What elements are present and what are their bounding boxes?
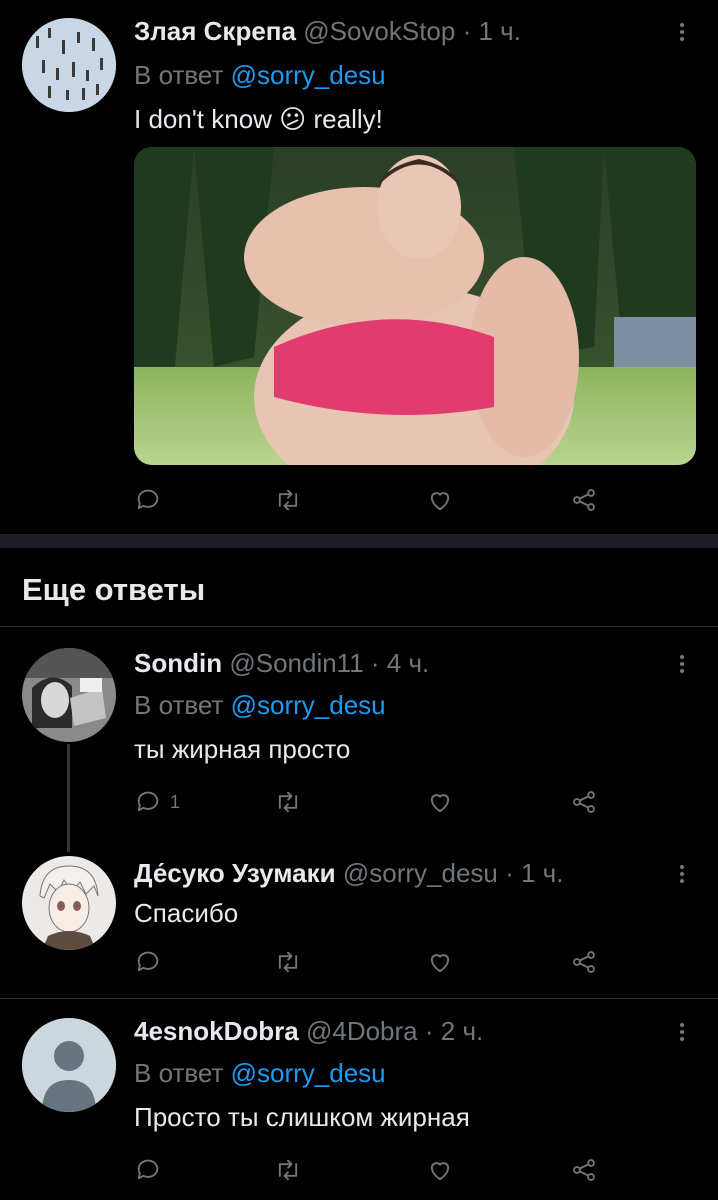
tweet-text-start: I don't know xyxy=(134,104,272,134)
like-button[interactable] xyxy=(426,944,454,980)
reply-to-line: В ответ @sorry_desu xyxy=(134,1058,386,1089)
retweet-icon xyxy=(278,489,298,511)
retweet-icon xyxy=(278,1159,298,1181)
share-button[interactable] xyxy=(570,1152,598,1188)
handle[interactable]: @sorry_desu xyxy=(343,858,498,888)
more-replies-heading: Еще ответы xyxy=(22,572,206,607)
reply-to-line: В ответ @sorry_desu xyxy=(134,60,386,91)
share-button[interactable] xyxy=(570,944,598,980)
share-icon xyxy=(573,791,595,813)
tweet-sorry-desu[interactable]: Де́суко Узумаки @sorry_desu · 1 ч. Спаси… xyxy=(0,842,718,998)
thread-connector-line xyxy=(67,744,70,852)
reply-prefix: В ответ xyxy=(134,1058,224,1088)
timestamp[interactable]: · 4 ч. xyxy=(371,648,429,678)
avatar[interactable] xyxy=(22,18,116,112)
reply-prefix: В ответ xyxy=(134,60,224,90)
tweet-text: Спасибо xyxy=(134,898,239,928)
like-button[interactable] xyxy=(426,1152,454,1188)
tweet-sondin[interactable]: Sondin @Sondin11 · 4 ч. В ответ @sorry_d… xyxy=(0,626,718,842)
like-icon xyxy=(430,492,450,511)
reply-icon xyxy=(137,791,159,812)
tweet-header: 4esnokDobra @4Dobra · 2 ч. xyxy=(134,1016,483,1047)
retweet-button[interactable] xyxy=(274,482,302,518)
tweet-text: ты жирная просто xyxy=(134,734,351,764)
more-options-icon[interactable] xyxy=(672,652,692,682)
tweet-text: Просто ты слишком жирная xyxy=(134,1102,470,1132)
tweet-header: Sondin @Sondin11 · 4 ч. xyxy=(134,648,429,679)
tweet-actions xyxy=(134,1152,614,1188)
tweet-text: I don't know 😕 really! xyxy=(134,104,383,135)
reply-button[interactable]: 1 xyxy=(134,784,180,820)
like-icon xyxy=(430,954,450,973)
avatar[interactable] xyxy=(22,648,116,742)
section-separator xyxy=(0,534,718,548)
display-name[interactable]: Sondin xyxy=(134,648,222,678)
default-avatar[interactable] xyxy=(22,1018,116,1112)
retweet-button[interactable] xyxy=(274,944,302,980)
reply-button[interactable] xyxy=(134,1152,162,1188)
timestamp[interactable]: · 2 ч. xyxy=(425,1016,483,1046)
tweet-header: Де́суко Узумаки @sorry_desu · 1 ч. xyxy=(134,858,563,889)
tweet-4esnokdobra[interactable]: 4esnokDobra @4Dobra · 2 ч. В ответ @sorr… xyxy=(0,998,718,1200)
reply-mention-link[interactable]: @sorry_desu xyxy=(231,60,386,90)
tweet-header: Злая Скрепа @SovokStop · 1 ч. xyxy=(134,16,521,47)
like-button[interactable] xyxy=(426,482,454,518)
reply-prefix: В ответ xyxy=(134,690,224,720)
reply-to-line: В ответ @sorry_desu xyxy=(134,690,386,721)
tweet-text-end: really! xyxy=(313,104,383,134)
reply-button[interactable] xyxy=(134,482,162,518)
reply-icon xyxy=(137,489,159,510)
tweet-actions: 1 xyxy=(134,784,614,820)
reply-mention-link[interactable]: @sorry_desu xyxy=(231,690,386,720)
more-options-icon[interactable] xyxy=(672,862,692,892)
retweet-button[interactable] xyxy=(274,784,302,820)
handle[interactable]: @4Dobra xyxy=(306,1016,418,1046)
retweet-icon xyxy=(278,791,298,813)
tweet-media-photo[interactable] xyxy=(134,147,696,465)
reply-icon xyxy=(137,1159,159,1180)
reply-count: 1 xyxy=(170,791,181,812)
reply-icon xyxy=(137,951,159,972)
more-options-icon[interactable] xyxy=(672,20,692,50)
avatar[interactable] xyxy=(22,856,116,950)
like-icon xyxy=(430,1162,450,1181)
like-button[interactable] xyxy=(426,784,454,820)
share-button[interactable] xyxy=(570,482,598,518)
share-icon xyxy=(573,951,595,973)
handle[interactable]: @Sondin11 xyxy=(229,648,363,678)
display-name[interactable]: Де́суко Узумаки xyxy=(134,858,336,888)
timestamp[interactable]: · 1 ч. xyxy=(463,16,521,46)
like-icon xyxy=(430,794,450,813)
tweet-actions xyxy=(134,482,614,518)
retweet-icon xyxy=(278,951,298,973)
reply-button[interactable] xyxy=(134,944,162,980)
retweet-button[interactable] xyxy=(274,1152,302,1188)
display-name[interactable]: Злая Скрепа xyxy=(134,16,296,46)
share-button[interactable] xyxy=(570,784,598,820)
timestamp[interactable]: · 1 ч. xyxy=(505,858,563,888)
more-options-icon[interactable] xyxy=(672,1020,692,1050)
display-name[interactable]: 4esnokDobra xyxy=(134,1016,299,1046)
tweet-sovokstop[interactable]: Злая Скрепа @SovokStop · 1 ч. В ответ @s… xyxy=(0,0,718,534)
handle[interactable]: @SovokStop xyxy=(303,16,455,46)
reply-mention-link[interactable]: @sorry_desu xyxy=(231,1058,386,1088)
confused-face-emoji: 😕 xyxy=(279,104,307,134)
tweet-actions xyxy=(134,944,614,980)
share-icon xyxy=(573,1159,595,1181)
share-icon xyxy=(573,489,595,511)
